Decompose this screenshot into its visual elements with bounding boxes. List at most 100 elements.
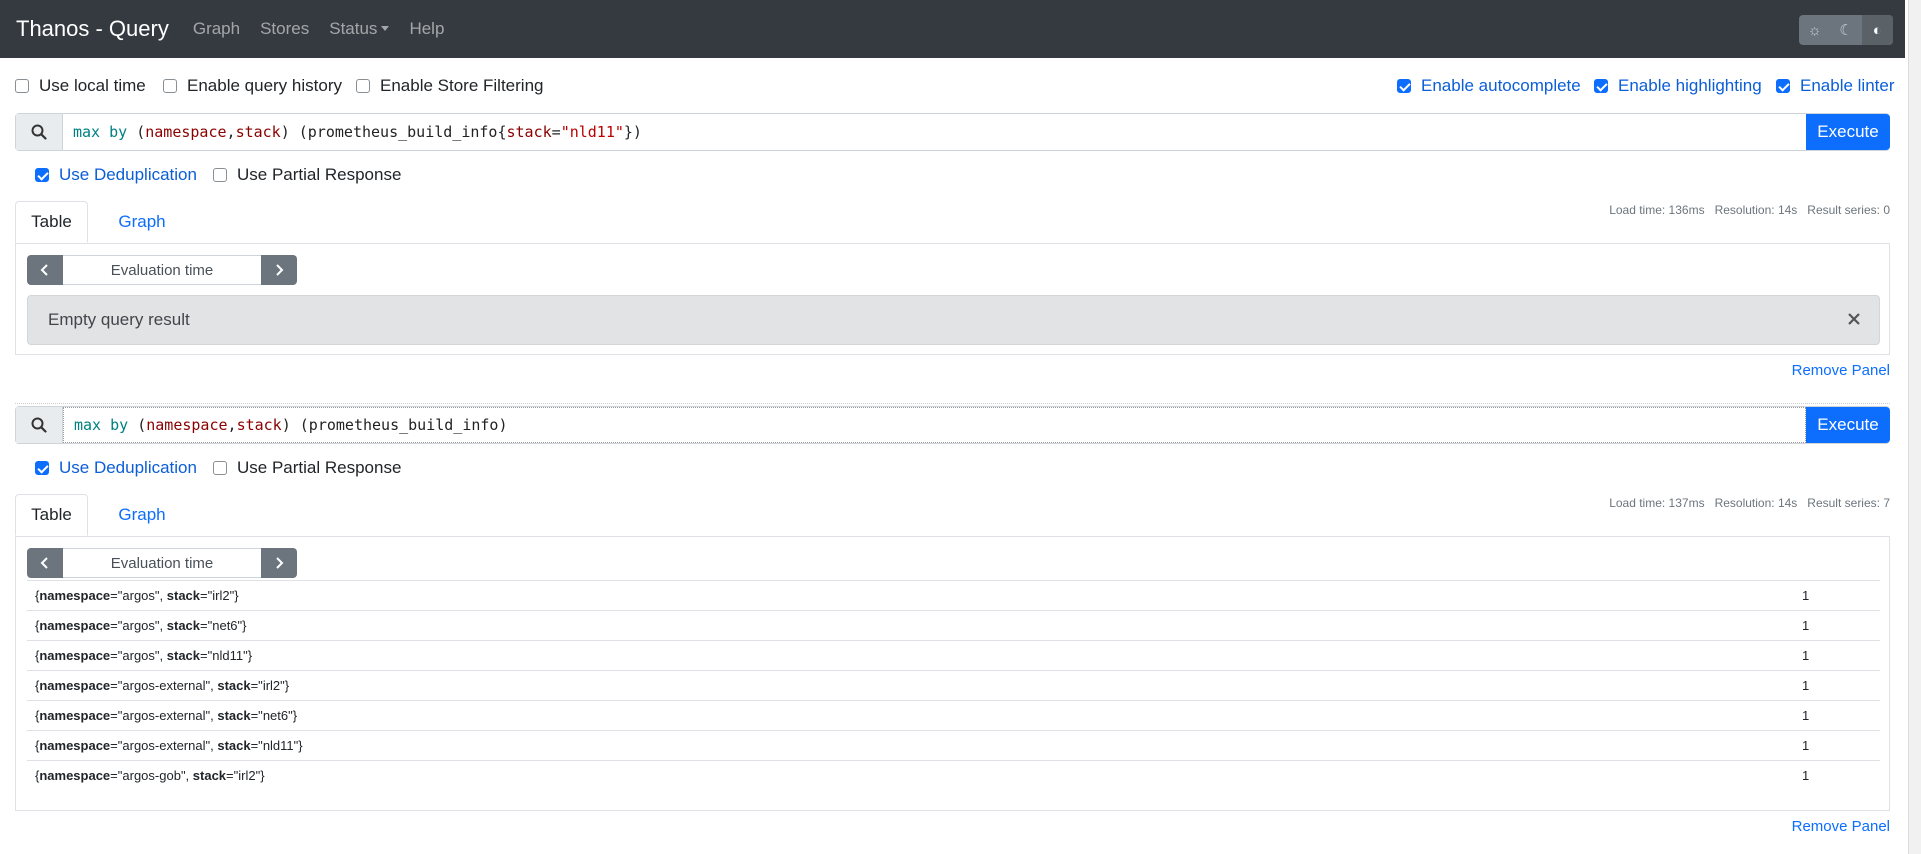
series-value: 1 xyxy=(1794,670,1880,701)
table-row: {namespace="argos-gob", stack="irl2"} 1 xyxy=(27,760,1880,790)
label-key: stack xyxy=(166,588,201,603)
checkbox-label: Enable Store Filtering xyxy=(380,76,544,95)
label-key: namespace xyxy=(39,678,111,693)
enable-linter-checkbox[interactable]: Enable linter xyxy=(1776,76,1895,96)
dark-theme-icon[interactable]: ☾ xyxy=(1830,15,1861,45)
panel-divider xyxy=(15,403,1890,404)
use-local-time-checkbox[interactable]: Use local time xyxy=(15,76,146,96)
enable-highlighting-checkbox[interactable]: Enable highlighting xyxy=(1594,76,1762,96)
checkbox-label: Use local time xyxy=(39,76,146,95)
series-value: 1 xyxy=(1794,730,1880,761)
nav-help[interactable]: Help xyxy=(409,19,444,39)
label-key: namespace xyxy=(39,648,111,663)
remove-panel-link[interactable]: Remove Panel xyxy=(1792,818,1890,835)
query-stats: Load time: 136ms Resolution: 14s Result … xyxy=(1609,203,1890,217)
query-token: by xyxy=(109,123,128,141)
search-icon xyxy=(16,114,63,150)
query-token: max xyxy=(73,123,101,141)
checkbox-box[interactable] xyxy=(1594,79,1608,93)
query-input[interactable]: max by (namespace, stack) (prometheus_bui… xyxy=(63,407,1806,443)
table-row: {namespace="argos", stack="nld11"} 1 xyxy=(27,640,1880,671)
results-table: {namespace="argos", stack="irl2"} 1 {names… xyxy=(27,580,1880,790)
checkbox-box[interactable] xyxy=(213,461,227,475)
evaluation-time-input[interactable]: Evaluation time xyxy=(63,548,261,578)
series-value: 1 xyxy=(1794,640,1880,671)
namespace-value: argos xyxy=(122,648,155,663)
use-deduplication-checkbox[interactable]: Use Deduplication xyxy=(35,165,197,185)
search-icon xyxy=(16,407,63,443)
checkbox-box[interactable] xyxy=(35,461,49,475)
table-row: {namespace="argos", stack="net6"} 1 xyxy=(27,610,1880,641)
checkbox-label: Use Partial Response xyxy=(237,458,402,477)
light-theme-icon[interactable]: ☼ xyxy=(1799,15,1830,45)
enable-query-history-checkbox[interactable]: Enable query history xyxy=(163,76,342,96)
tab-graph[interactable]: Graph xyxy=(95,494,189,536)
nav-stores[interactable]: Stores xyxy=(260,19,309,39)
evaluation-time-input[interactable]: Evaluation time xyxy=(63,255,261,285)
nav-status-dropdown[interactable]: Status xyxy=(329,19,389,39)
checkbox-box[interactable] xyxy=(213,168,227,182)
chevron-left-icon[interactable] xyxy=(27,548,63,578)
checkbox-box[interactable] xyxy=(35,168,49,182)
brand-title[interactable]: Thanos - Query xyxy=(16,16,169,42)
chevron-right-icon[interactable] xyxy=(261,548,297,578)
checkbox-label: Enable highlighting xyxy=(1618,76,1762,95)
checkbox-box[interactable] xyxy=(163,79,177,93)
enable-autocomplete-checkbox[interactable]: Enable autocomplete xyxy=(1397,76,1581,96)
label-key: stack xyxy=(217,678,251,693)
namespace-value: argos-external xyxy=(122,738,206,753)
label-key: stack xyxy=(166,618,201,633)
execute-button[interactable]: Execute xyxy=(1806,407,1890,443)
use-partial-response-checkbox[interactable]: Use Partial Response xyxy=(213,458,401,478)
series-labels: {namespace="argos", stack="nld11"} xyxy=(27,640,1794,671)
series-value: 1 xyxy=(1794,580,1880,611)
tab-graph[interactable]: Graph xyxy=(95,201,189,243)
query-token: by xyxy=(110,416,129,434)
execute-button[interactable]: Execute xyxy=(1806,114,1890,150)
stack-value: nld11 xyxy=(212,648,244,663)
evaluation-time-picker: Evaluation time xyxy=(27,548,297,578)
label-key: namespace xyxy=(39,618,111,633)
query-token: ( xyxy=(128,416,147,434)
checkbox-box[interactable] xyxy=(1776,79,1790,93)
query-input[interactable]: max by (namespace, stack) (prometheus_bui… xyxy=(63,114,1806,150)
series-value: 1 xyxy=(1794,610,1880,641)
alert-text: Empty query result xyxy=(48,310,190,329)
tab-table[interactable]: Table xyxy=(15,494,88,536)
table-row: {namespace="argos", stack="irl2"} 1 xyxy=(27,580,1880,611)
remove-panel-link[interactable]: Remove Panel xyxy=(1792,362,1890,379)
close-icon[interactable] xyxy=(1847,309,1861,332)
use-partial-response-checkbox[interactable]: Use Partial Response xyxy=(213,165,401,185)
query-bar: max by (namespace, stack) (prometheus_bui… xyxy=(15,113,1890,151)
label-key: namespace xyxy=(39,768,111,783)
page-scrollbar[interactable] xyxy=(1908,0,1921,854)
stack-value: irl2 xyxy=(262,678,281,693)
checkbox-box[interactable] xyxy=(356,79,370,93)
namespace-value: argos-gob xyxy=(122,768,181,783)
checkbox-label: Enable query history xyxy=(187,76,342,95)
enable-store-filtering-checkbox[interactable]: Enable Store Filtering xyxy=(356,76,543,96)
query-token xyxy=(101,416,110,434)
table-row: {namespace="argos-external", stack="net6… xyxy=(27,700,1880,731)
checkbox-box[interactable] xyxy=(15,79,29,93)
query-token: stack xyxy=(236,416,282,434)
table-row: {namespace="argos-external", stack="nld1… xyxy=(27,730,1880,761)
stack-value: net6 xyxy=(212,618,238,633)
query-token: , xyxy=(227,416,237,434)
use-deduplication-checkbox[interactable]: Use Deduplication xyxy=(35,458,197,478)
checkbox-box[interactable] xyxy=(1397,79,1411,93)
chevron-right-icon[interactable] xyxy=(261,255,297,285)
theme-toggle: ☼ ☾ ◐ xyxy=(1799,15,1893,45)
browser-theme-icon[interactable]: ◐ xyxy=(1861,15,1893,45)
namespace-value: argos-external xyxy=(122,678,206,693)
query-token: namespace xyxy=(146,416,228,434)
table-panel: Evaluation time {namespace="argos", stac… xyxy=(15,536,1890,811)
stack-value: nld11 xyxy=(262,738,294,753)
query-token: , xyxy=(226,123,236,141)
chevron-left-icon[interactable] xyxy=(27,255,63,285)
tab-table[interactable]: Table xyxy=(15,201,88,243)
nav-graph[interactable]: Graph xyxy=(193,19,240,39)
checkbox-label: Enable linter xyxy=(1800,76,1895,95)
query-bar: max by (namespace, stack) (prometheus_bui… xyxy=(15,406,1890,444)
series-labels: {namespace="argos-external", stack="nld1… xyxy=(27,730,1794,761)
